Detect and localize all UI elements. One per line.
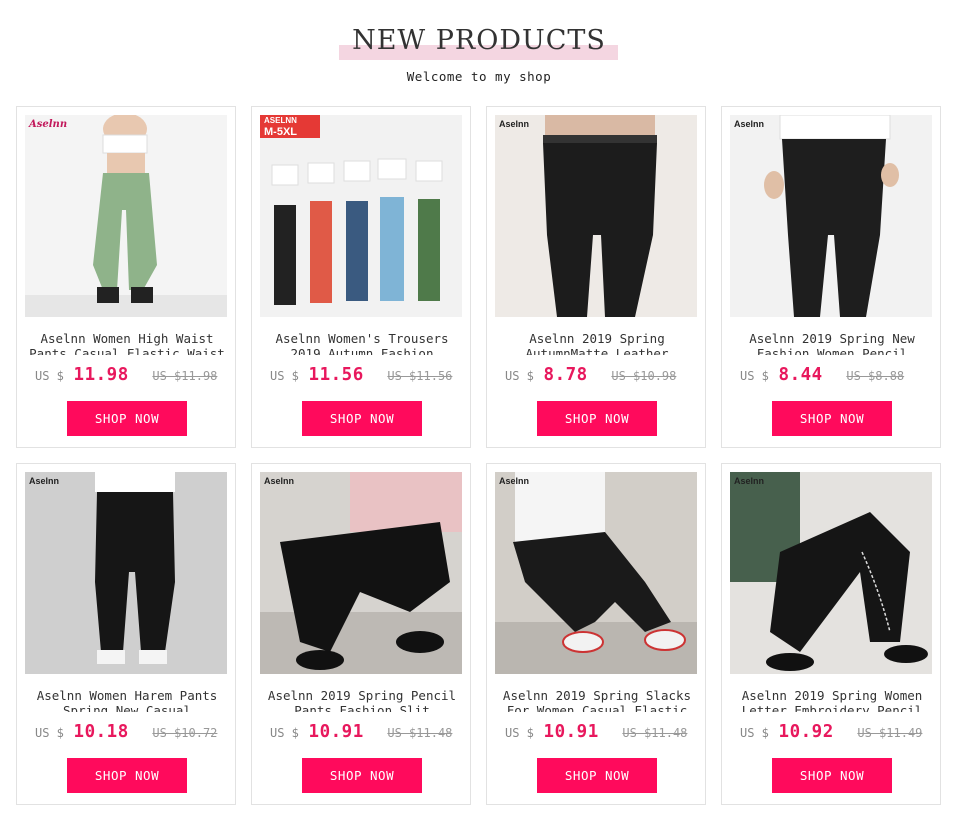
sale-price: 10.91 — [308, 722, 364, 742]
price-row: US $ 8.44 US $8.88 — [740, 365, 936, 391]
shop-now-button[interactable]: SHOP NOW — [302, 401, 422, 436]
shop-now-button[interactable]: SHOP NOW — [772, 758, 892, 793]
brand-logo: Aselnn — [734, 476, 765, 486]
product-name[interactable]: Aselnn 2019 Spring Women Letter Embroide… — [734, 688, 930, 712]
sale-price: 10.91 — [543, 722, 599, 742]
price-row: US $ 10.91 US $11.48 — [505, 722, 701, 748]
size-range-label: M-5XL — [260, 126, 320, 138]
original-price: US $11.49 — [857, 726, 923, 740]
product-name[interactable]: Aselnn 2019 Spring New Fashion Women Pen… — [734, 331, 930, 355]
sale-price: 10.18 — [73, 722, 129, 742]
currency-label: US $ — [740, 369, 769, 383]
product-card[interactable]: Aselnn Aselnn Women High Waist Pants Cas… — [16, 106, 236, 448]
product-name[interactable]: Aselnn 2019 Spring AutumnMatte Leather — [499, 331, 695, 355]
product-image[interactable]: Aselnn — [260, 472, 462, 674]
currency-label: US $ — [270, 369, 299, 383]
product-image[interactable]: ASELNN M-5XL — [260, 115, 462, 317]
brand-logo: Aselnn — [734, 119, 765, 129]
product-card[interactable]: Aselnn Aselnn 2019 Spring Women Letter E… — [721, 463, 941, 805]
original-price: US $11.48 — [622, 726, 688, 740]
original-price: US $8.88 — [846, 369, 905, 383]
product-name[interactable]: Aselnn 2019 Spring Slacks For Women Casu… — [499, 688, 695, 712]
price-row: US $ 10.92 US $11.49 — [740, 722, 936, 748]
brand-logo: Aselnn — [499, 476, 530, 486]
brand-logo: Aselnn — [29, 119, 68, 130]
currency-label: US $ — [270, 726, 299, 740]
price-row: US $ 8.78 US $10.98 — [505, 365, 701, 391]
shop-now-button[interactable]: SHOP NOW — [67, 758, 187, 793]
sale-price: 11.98 — [73, 365, 129, 385]
sale-price: 11.56 — [308, 365, 364, 385]
product-name[interactable]: Aselnn Women Harem Pants Spring New Casu… — [29, 688, 225, 712]
product-image[interactable]: Aselnn — [25, 472, 227, 674]
product-image[interactable]: Aselnn — [495, 115, 697, 317]
product-card[interactable]: Aselnn Aselnn 2019 Spring Pencil Pants F… — [251, 463, 471, 805]
sale-price: 10.92 — [778, 722, 834, 742]
brand-logo: Aselnn — [29, 476, 60, 486]
product-image[interactable]: Aselnn — [25, 115, 227, 317]
currency-label: US $ — [740, 726, 769, 740]
product-card[interactable]: Aselnn Aselnn Women Harem Pants Spring N… — [16, 463, 236, 805]
original-price: US $11.48 — [387, 726, 453, 740]
five-models-trousers-photo — [260, 115, 462, 317]
sale-price: 8.78 — [543, 365, 588, 385]
product-grid: Aselnn Aselnn Women High Waist Pants Cas… — [16, 106, 942, 806]
original-price: US $10.98 — [611, 369, 677, 383]
product-card[interactable]: ASELNN M-5XL Aselnn Women's Trousers 201… — [251, 106, 471, 448]
product-card[interactable]: Aselnn Aselnn 2019 Spring New Fashion Wo… — [721, 106, 941, 448]
black-pencil-pants-photo — [730, 115, 932, 317]
product-card[interactable]: Aselnn Aselnn 2019 Spring Slacks For Wom… — [486, 463, 706, 805]
slit-pencil-pants-photo — [260, 472, 462, 674]
green-cargo-pants-photo — [25, 115, 227, 317]
price-row: US $ 11.98 US $11.98 — [35, 365, 231, 391]
shop-now-button[interactable]: SHOP NOW — [772, 401, 892, 436]
currency-label: US $ — [505, 369, 534, 383]
shop-now-button[interactable]: SHOP NOW — [302, 758, 422, 793]
brand-logo: Aselnn — [264, 476, 295, 486]
product-name[interactable]: Aselnn 2019 Spring Pencil Pants Fashion … — [264, 688, 460, 712]
casual-slacks-photo — [495, 472, 697, 674]
product-image[interactable]: Aselnn — [730, 115, 932, 317]
size-badge: ASELNN M-5XL — [260, 115, 320, 145]
section-header: NEW PRODUCTS Welcome to my shop — [0, 0, 958, 100]
currency-label: US $ — [35, 726, 64, 740]
original-price: US $10.72 — [152, 726, 218, 740]
original-price: US $11.98 — [152, 369, 218, 383]
product-name[interactable]: Aselnn Women High Waist Pants Casual Ela… — [29, 331, 225, 355]
sale-price: 8.44 — [778, 365, 823, 385]
product-image[interactable]: Aselnn — [495, 472, 697, 674]
shop-now-button[interactable]: SHOP NOW — [537, 758, 657, 793]
product-image[interactable]: Aselnn — [730, 472, 932, 674]
brand-logo: Aselnn — [499, 119, 530, 129]
harem-pants-photo — [25, 472, 227, 674]
currency-label: US $ — [505, 726, 534, 740]
shop-now-button[interactable]: SHOP NOW — [67, 401, 187, 436]
currency-label: US $ — [35, 369, 64, 383]
shop-now-button[interactable]: SHOP NOW — [537, 401, 657, 436]
section-title: NEW PRODUCTS — [352, 25, 606, 56]
price-row: US $ 10.91 US $11.48 — [270, 722, 466, 748]
original-price: US $11.56 — [387, 369, 453, 383]
brand-logo: ASELNN — [260, 115, 320, 126]
leather-leggings-photo — [495, 115, 697, 317]
product-card[interactable]: Aselnn Aselnn 2019 Spring AutumnMatte Le… — [486, 106, 706, 448]
section-subtitle: Welcome to my shop — [406, 69, 552, 84]
price-row: US $ 11.56 US $11.56 — [270, 365, 466, 391]
embroidery-pencil-pants-photo — [730, 472, 932, 674]
price-row: US $ 10.18 US $10.72 — [35, 722, 231, 748]
product-name[interactable]: Aselnn Women's Trousers 2019 Autumn Fash… — [264, 331, 460, 355]
